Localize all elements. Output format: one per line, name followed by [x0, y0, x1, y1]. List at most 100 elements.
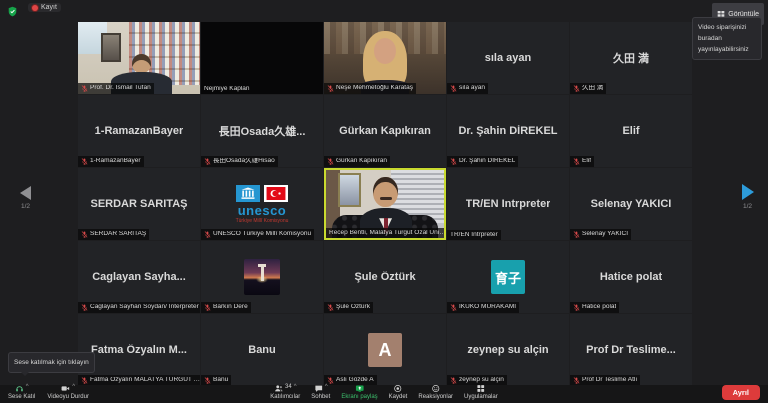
share-screen-icon	[355, 384, 364, 393]
toolbar-button-uygulamalar[interactable]: Uygulamalar	[464, 384, 498, 402]
toolbar-button-label: Reaksiyonlar	[418, 394, 453, 402]
previous-page-arrow[interactable]	[20, 186, 31, 200]
toolbar-button-label: Sohbet	[311, 394, 330, 402]
participant-tile[interactable]: zeynep su alçinzeynep su alçin	[447, 314, 569, 386]
participant-tile[interactable]: Dr. Şahin DİREKELDr. Şahin DİREKEL	[447, 95, 569, 167]
participant-tile[interactable]: Nejmiye Kaplan	[201, 22, 323, 94]
toolbar-button-videoyu-durdur[interactable]: ^Videoyu Durdur	[47, 384, 89, 402]
mic-muted-icon	[573, 231, 580, 238]
participant-tile[interactable]: Neşe Mehmetoğlu Karataş	[324, 22, 446, 94]
mic-muted-icon	[204, 377, 211, 384]
toolbar-button-label: Sese Katıl	[8, 394, 35, 402]
participants-icon	[274, 384, 283, 393]
mic-muted-icon	[204, 304, 211, 311]
participant-name-label: Nejmiye Kaplan	[201, 84, 253, 95]
participant-tile[interactable]: BanuBanu	[201, 314, 323, 386]
page-indicator-left: 1/2	[21, 203, 30, 210]
lh-top-shape	[258, 264, 265, 267]
chevron-up-icon[interactable]: ^	[294, 384, 297, 390]
video-scene-part	[373, 177, 398, 207]
participant-name-label: Barkın Dere	[201, 302, 251, 313]
participant-name-label: Caglayan Sayhan Soydan/ Interpreter	[78, 302, 200, 313]
participant-name-label: IKUKO MURAKAMI	[447, 302, 519, 313]
toolbar-button-label: Ekranı paylaş	[341, 394, 377, 402]
participant-name-label: 長田Osada久雄Hisao	[201, 156, 278, 167]
unesco-subtitle: Türkiye Millî Komisyonu	[236, 219, 289, 224]
chevron-up-icon[interactable]: ^	[72, 384, 75, 390]
meeting-toolbar: ^Sese Katıl^Videoyu Durdur 34^Katılımcıl…	[0, 385, 768, 403]
video-scene-part	[101, 33, 121, 62]
participant-tile[interactable]: Barkın Dere	[201, 241, 323, 313]
participant-tile[interactable]: Caglayan Sayha...Caglayan Sayhan Soydan/…	[78, 241, 200, 313]
next-page-arrow[interactable]	[742, 184, 754, 200]
participant-name-label: Dr. Şahin DİREKEL	[447, 156, 518, 167]
encryption-shield-icon[interactable]	[7, 4, 18, 15]
participant-tile[interactable]: Hatice polatHatice polat	[570, 241, 692, 313]
participant-name-label: UNESCO Türkiye Millî Komisyonu	[201, 229, 314, 240]
headset-icon	[15, 384, 24, 393]
participant-count-badge: 34	[285, 384, 292, 390]
mic-muted-icon	[81, 85, 88, 92]
mic-muted-icon	[327, 85, 334, 92]
toolbar-button-reaksiyonlar[interactable]: Reaksiyonlar	[418, 384, 453, 402]
participant-tile[interactable]: Prof. Dr. İsmail Tufan	[78, 22, 200, 94]
toolbar-button-sohbet[interactable]: ^ Sohbet	[311, 384, 330, 402]
participant-name-label: Selenay YAKICI	[570, 229, 631, 240]
participant-name-label: Elif	[570, 156, 594, 167]
leave-button[interactable]: Ayrıl	[722, 385, 760, 400]
participant-name-label: 1-RamazanBayer	[78, 156, 144, 167]
video-scene-part	[338, 173, 361, 207]
participant-tile[interactable]: Prof Dr Teslime...Prof Dr Teslime Atlı	[570, 314, 692, 386]
participant-tile[interactable]: 長田Osada久雄...長田Osada久雄Hisao	[201, 95, 323, 167]
mic-muted-icon	[573, 377, 580, 384]
toolbar-button-label: Kaydet	[389, 394, 408, 402]
participant-tile[interactable]: 1-RamazanBayer1-RamazanBayer	[78, 95, 200, 167]
participant-grid: Prof. Dr. İsmail TufanNejmiye Kaplan Neşe…	[78, 22, 692, 386]
participant-tile[interactable]: SERDAR SARITAŞSERDAR SARITAŞ	[78, 168, 200, 240]
chat-icon	[314, 384, 323, 393]
record-icon	[394, 384, 403, 393]
participant-tile[interactable]: Recep Bentli, Malatya Turgut Özal Üniver…	[324, 168, 446, 240]
toolbar-button-sese-kat-l[interactable]: ^ Sese Katıl	[8, 384, 35, 402]
reactions-icon	[431, 384, 440, 393]
toolbar-button-kat-l-mc-lar[interactable]: 34^ Katılımcılar	[270, 384, 300, 402]
participant-tile[interactable]: Gürkan KapıkıranGürkan Kapıkıran	[324, 95, 446, 167]
participant-tile[interactable]: Fatma Özyalın M...Fatma Özyalın MALATYA …	[78, 314, 200, 386]
toolbar-button-label: Katılımcılar	[270, 394, 300, 402]
avatar: A	[368, 333, 402, 367]
participant-tile[interactable]: sıla ayansıla ayan	[447, 22, 569, 94]
participant-tile[interactable]: Selenay YAKICISelenay YAKICI	[570, 168, 692, 240]
mic-muted-icon	[204, 231, 211, 238]
toolbar-button-kaydet[interactable]: Kaydet	[389, 384, 408, 402]
mic-muted-icon	[573, 85, 580, 92]
participant-tile[interactable]: ElifElif	[570, 95, 692, 167]
mic-muted-icon	[327, 158, 334, 165]
mic-muted-icon	[450, 158, 457, 165]
chevron-up-icon[interactable]: ^	[325, 384, 328, 390]
participant-name-label: Recep Bentli, Malatya Turgut Özal Üniver…	[326, 228, 446, 239]
participant-name-label: Gürkan Kapıkıran	[324, 156, 390, 167]
video-camera-icon	[61, 384, 70, 393]
participant-tile[interactable]: 育子 IKUKO MURAKAMI	[447, 241, 569, 313]
participant-tile[interactable]: Şule ÖztürkŞule Öztürk	[324, 241, 446, 313]
participant-tile[interactable]: 久田 満久田 満	[570, 22, 692, 94]
participant-name-label: TR/EN Intrpreter	[447, 230, 501, 241]
avatar: 育子	[491, 260, 525, 294]
mic-muted-icon	[573, 304, 580, 311]
recording-indicator[interactable]: Kayıt	[28, 3, 61, 12]
participant-name-label: Hatice polat	[570, 302, 619, 313]
participant-name-label: sıla ayan	[447, 83, 488, 94]
video-scene-part	[132, 54, 152, 73]
lighthouse-avatar	[244, 259, 280, 295]
unesco-temple-icon	[236, 185, 260, 202]
recording-dot-icon	[32, 5, 38, 11]
participant-name-label: Neşe Mehmetoğlu Karataş	[324, 83, 416, 94]
toolbar-button-ekran-payla-[interactable]: Ekranı paylaş	[341, 384, 377, 402]
participant-tile[interactable]: TR/EN IntrpreterTR/EN Intrpreter	[447, 168, 569, 240]
chevron-up-icon[interactable]: ^	[26, 384, 29, 390]
toolbar-left-group: ^ Sese Katıl ^Videoyu Durdur	[8, 384, 89, 402]
recording-label: Kayıt	[41, 4, 57, 11]
participant-tile[interactable]: unescoTürkiye Millî KomisyonuUNESCO Türk…	[201, 168, 323, 240]
participant-tile[interactable]: AAslı Gözde A	[324, 314, 446, 386]
zoom-meeting-window: Kayıt Görüntüle Video siparişinizi burad…	[0, 0, 768, 403]
